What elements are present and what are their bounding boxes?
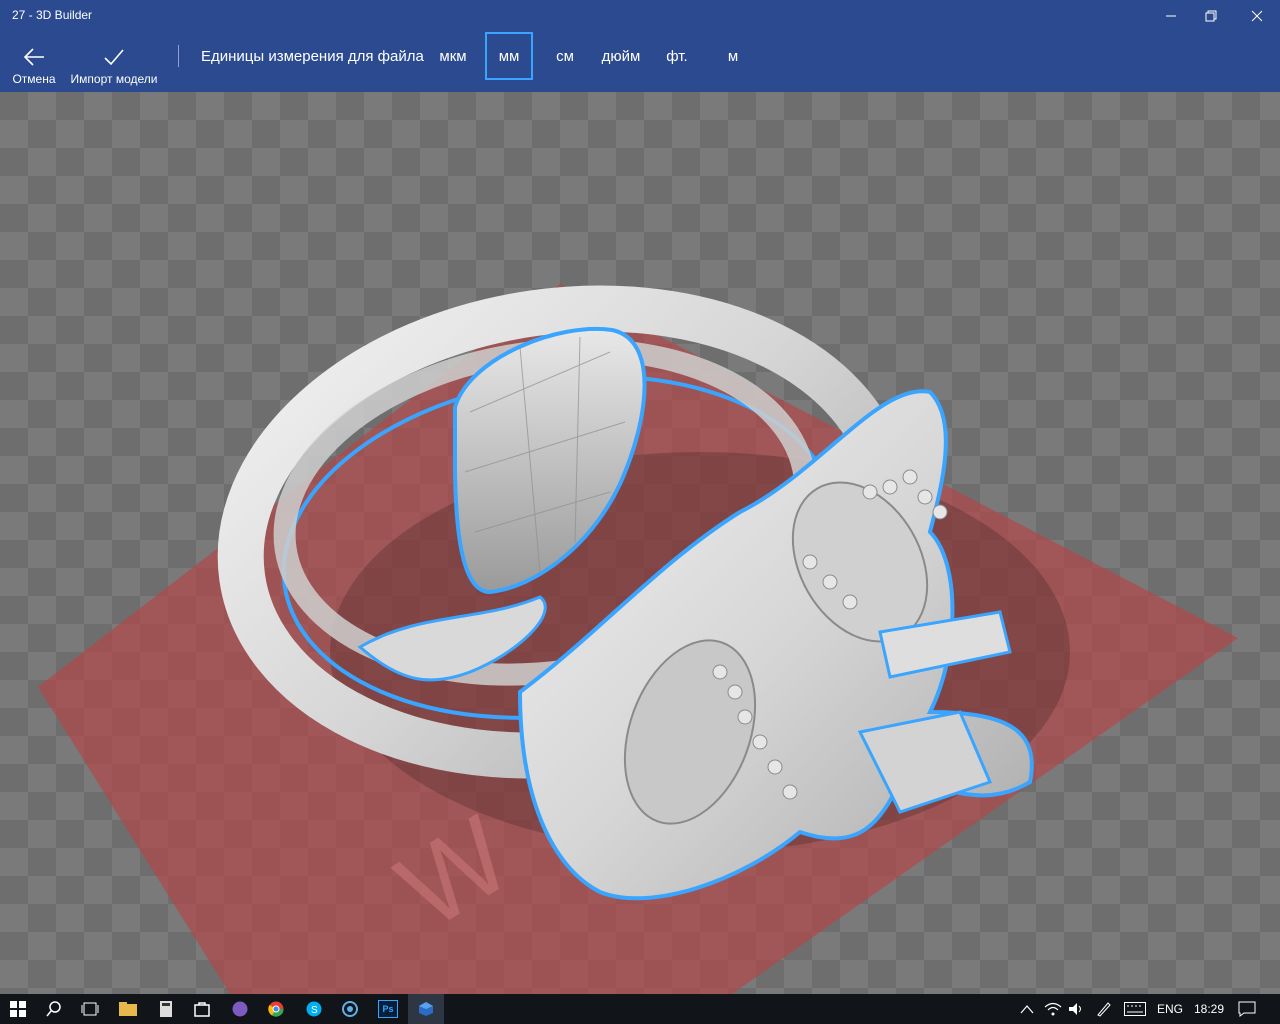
viber-icon [232, 1001, 248, 1017]
3d-viewport[interactable]: W [0, 92, 1280, 994]
chevron-up-icon[interactable] [1020, 1003, 1034, 1015]
window-title: 27 - 3D Builder [12, 8, 93, 22]
search-button[interactable] [36, 994, 72, 1024]
unit-inch[interactable]: дюйм [596, 32, 646, 80]
taskbar-skype[interactable]: S [296, 994, 332, 1024]
volume-icon[interactable] [1068, 1002, 1084, 1016]
checkmark-icon [104, 49, 124, 66]
unit-millimeter[interactable]: мм [485, 32, 533, 80]
scene: W [38, 284, 1238, 994]
command-bar: Отмена Импорт модели Единицы измерения д… [0, 32, 1280, 92]
restore-icon [1205, 10, 1217, 22]
taskbar-viber[interactable] [222, 994, 258, 1024]
close-button[interactable] [1234, 0, 1280, 32]
taskbar-chrome[interactable] [258, 994, 294, 1024]
unit-micrometer[interactable]: мкм [433, 32, 473, 80]
cancel-button[interactable]: Отмена [6, 32, 62, 92]
language-indicator[interactable]: ENG [1157, 1002, 1183, 1016]
units-label: Единицы измерения для файла [201, 48, 424, 65]
photoshop-icon: Ps [378, 1000, 398, 1018]
photoshop-text: Ps [382, 1004, 394, 1014]
unit-foot[interactable]: фт. [660, 32, 694, 80]
taskbar-store[interactable] [184, 994, 220, 1024]
restore-button[interactable] [1188, 0, 1234, 32]
chrome-icon [268, 1001, 284, 1017]
windows-start-icon [10, 1001, 26, 1017]
back-arrow-icon [23, 48, 44, 66]
close-icon [1251, 10, 1263, 22]
task-view-icon [81, 1002, 99, 1016]
clock[interactable]: 18:29 [1194, 1002, 1224, 1016]
minimize-icon [1166, 15, 1176, 17]
file-explorer-icon [119, 1002, 137, 1016]
app-icon [342, 1001, 358, 1017]
search-icon [46, 1001, 61, 1017]
wifi-icon[interactable] [1044, 1002, 1062, 1016]
taskbar-app[interactable] [332, 994, 368, 1024]
skype-icon: S [306, 1001, 322, 1017]
store-icon [194, 1002, 210, 1017]
calculator-icon [160, 1001, 172, 1017]
unit-centimeter[interactable]: см [548, 32, 582, 80]
action-center-icon[interactable] [1238, 1001, 1256, 1017]
taskbar-photoshop[interactable]: Ps [370, 994, 406, 1024]
svg-text:S: S [311, 1005, 318, 1016]
keyboard-icon[interactable] [1124, 1002, 1146, 1016]
unit-meter[interactable]: м [720, 32, 746, 80]
start-button[interactable] [0, 994, 36, 1024]
taskbar-file-explorer[interactable] [110, 994, 146, 1024]
3d-builder-icon [419, 1002, 433, 1016]
task-view-button[interactable] [72, 994, 108, 1024]
title-bar: 27 - 3D Builder [0, 0, 1280, 32]
taskbar-3d-builder[interactable] [408, 994, 444, 1024]
taskbar: S Ps ENG 18:29 [0, 994, 1280, 1024]
pen-icon[interactable] [1096, 1001, 1112, 1017]
cancel-label: Отмена [12, 72, 56, 86]
import-model-button[interactable]: Импорт модели [68, 32, 160, 92]
taskbar-calculator[interactable] [148, 994, 184, 1024]
separator [178, 45, 179, 67]
import-label: Импорт модели [70, 72, 158, 86]
